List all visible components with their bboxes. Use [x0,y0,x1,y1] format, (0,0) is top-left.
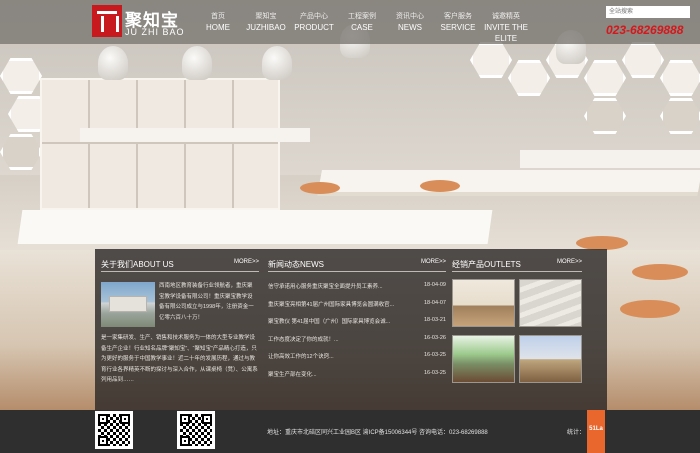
about-text-intro: 西南地区教育装备行业领航者，重庆聚宝教学设备有限公司！重庆聚宝教学设备有限公司成… [159,283,254,321]
company-building-image[interactable] [101,282,155,327]
news-item-date: 18-03-21 [423,317,446,323]
nav-label-cn: 客户服务 [444,13,472,20]
news-item-title: 让你高效工作的12个诀窍... [268,354,334,360]
nav-label-cn: 资讯中心 [396,13,424,20]
logo-mark-icon [92,5,122,37]
nav-label-en: JUZHIBAO [246,23,286,32]
news-item[interactable]: 让你高效工作的12个诀窍... 16-03-25 [268,352,446,370]
content-panel: 关于我们ABOUT US MORE>> 西南地区教育装备行业领航者，重庆聚宝教学… [95,249,607,410]
news-item-title: 聚宝教仪 第41届中国（广州）国际家具博览会诚... [268,319,391,325]
site-header: 聚知宝 JU ZHI BAO 首页 HOME 聚知宝 JUZHIBAO 产品中心… [0,0,700,44]
news-item-date: 18-04-09 [423,282,446,288]
site-logo[interactable]: 聚知宝 JU ZHI BAO [92,5,188,39]
nav-item-news[interactable]: 资讯中心 NEWS [386,0,434,44]
about-text-body: 是一家集研发、生产、销售和技术服务为一体的大型专业教学设备生产企业！行业知名品牌… [101,335,258,383]
news-item[interactable]: 聚宝生产部在变化... 16-03-25 [268,370,446,388]
nav-label-cn: 工程案例 [348,13,376,20]
outlets-title: 经销产品OUTLETS [452,260,521,269]
nav-item-juzhibao[interactable]: 聚知宝 JUZHIBAO [242,0,290,44]
nav-label-cn: 聚知宝 [255,13,277,20]
site-search-input[interactable] [606,6,690,18]
nav-label-en: PRODUCT [294,23,334,32]
plaster-bust [182,46,212,80]
news-header: 新闻动态NEWS MORE>> [268,259,446,272]
nav-label-cn: 首页 [211,13,225,20]
nav-item-service[interactable]: 客户服务 SERVICE [434,0,482,44]
outlet-product-image[interactable] [452,335,515,383]
lab-table [80,128,310,142]
outlet-product-image[interactable] [452,279,515,327]
lab-table [520,150,700,168]
qr-code-icon [177,411,215,449]
nav-label-en: SERVICE [440,23,476,32]
news-item-title: 工作态度决定了你的成就！... [268,336,339,343]
outlet-product-image[interactable] [519,335,582,383]
outlet-product-image[interactable] [519,279,582,327]
news-item[interactable]: 重庆聚宝亮相第41届广州国际家具博览会圆满收官... 18-04-07 [268,300,446,318]
news-item[interactable]: 信守承诺用心服务重庆聚宝全面提升员工素养... 18-04-09 [268,282,446,300]
nav-label-en: NEWS [398,23,422,32]
stool [576,236,628,250]
plaster-bust [262,46,292,80]
news-item-date: 16-03-25 [423,369,446,376]
outlets-header: 经销产品OUTLETS MORE>> [452,259,582,272]
storage-cabinet [40,78,280,210]
nav-item-case[interactable]: 工程案例 CASE [338,0,386,44]
about-title: 关于我们ABOUT US [101,260,174,269]
nav-label-en: INVITE THE ELITE [484,23,528,43]
news-item-date: 16-03-25 [423,352,446,358]
nav-item-home[interactable]: 首页 HOME [194,0,242,44]
nav-label-en: CASE [351,23,373,32]
outlets-more-link[interactable]: MORE>> [557,259,582,265]
news-item-date: 16-03-26 [423,334,446,341]
lab-table [17,210,493,244]
news-item-title: 聚宝生产部在变化... [268,371,317,378]
footer-address: 地址：重庆市北碚区同兴工业园B区 渝ICP备15006344号 咨询电话：023… [267,430,488,436]
news-title: 新闻动态NEWS [268,260,324,269]
stool [632,264,688,280]
news-item[interactable]: 聚宝教仪 第41届中国（广州）国际家具博览会诚... 18-03-21 [268,317,446,335]
nav-label-en: HOME [206,23,230,32]
main-nav: 首页 HOME 聚知宝 JUZHIBAO 产品中心 PRODUCT 工程案例 C… [194,0,530,44]
news-list: 信守承诺用心服务重庆聚宝全面提升员工素养... 18-04-09 重庆聚宝亮相第… [268,282,446,387]
nav-item-product[interactable]: 产品中心 PRODUCT [290,0,338,44]
stool [420,180,460,192]
about-more-link[interactable]: MORE>> [234,259,259,265]
stool [300,182,340,194]
logo-text-en: JU ZHI BAO [125,27,185,37]
about-header: 关于我们ABOUT US MORE>> [101,259,259,272]
nav-label-cn: 诚邀精英 [492,13,520,20]
hotline-phone: 023-68269888 [606,23,684,37]
plaster-bust [98,46,128,80]
news-item-title: 信守承诺用心服务重庆聚宝全面提升员工素养... [268,284,383,290]
news-item-title: 重庆聚宝亮相第41届广州国际家具博览会圆满收官... [268,301,395,308]
nav-item-invite[interactable]: 诚邀精英 INVITE THE ELITE [482,0,530,44]
news-item-date: 18-04-07 [423,299,446,306]
qr-code-icon [95,411,133,449]
lab-table [318,170,700,192]
nav-label-cn: 产品中心 [300,13,328,20]
stats-label: 统计： [567,430,586,436]
stool [620,300,680,318]
news-item[interactable]: 工作态度决定了你的成就！... 16-03-26 [268,335,446,353]
news-more-link[interactable]: MORE>> [421,259,446,265]
stats-badge[interactable]: 51La [587,410,605,453]
